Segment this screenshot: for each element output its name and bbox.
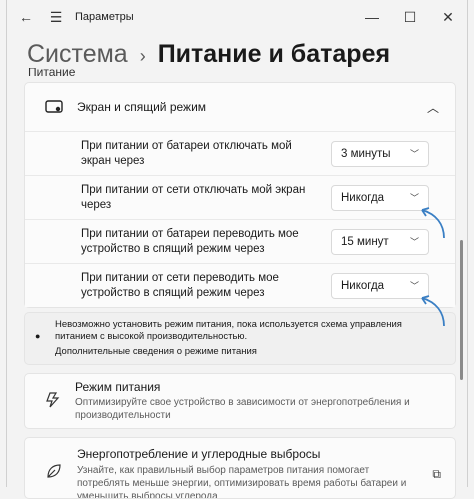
screen-sleep-title: Экран и спящий режим	[77, 100, 207, 114]
external-link-icon[interactable]: ⧉	[432, 467, 441, 482]
power-mode-card[interactable]: Режим питания Оптимизируйте свое устройс…	[24, 373, 456, 429]
dropdown-value: 3 минуты	[341, 147, 391, 160]
info-dot-icon: ●	[35, 331, 41, 341]
power-mode-description: Оптимизируйте свое устройство в зависимо…	[75, 397, 410, 421]
chevron-down-icon: ﹀	[409, 149, 419, 159]
breadcrumb-separator-icon: ›	[139, 46, 146, 66]
leaf-icon	[45, 463, 63, 482]
setting-label: При питании от батареи переводить мое ус…	[81, 227, 299, 255]
page-title: Питание и батарея	[157, 40, 391, 68]
maximize-icon[interactable]: ☐	[391, 9, 429, 26]
setting-label: При питании от сети переводить мое устро…	[81, 271, 279, 299]
chevron-down-icon: ﹀	[409, 281, 419, 291]
energy-title: Энергопотребление и углеродные выбросы	[77, 447, 321, 461]
dropdown-value: Никогда	[341, 279, 385, 292]
hamburger-menu-icon[interactable]: ☰	[41, 9, 71, 26]
info-text: Невозможно установить режим питания, пок…	[55, 319, 402, 342]
monitor-sleep-icon	[45, 100, 63, 113]
power-mode-info-bar: ● Невозможно установить режим питания, п…	[24, 312, 456, 365]
breadcrumb-system[interactable]: Система	[27, 40, 128, 69]
energy-description: Узнайте, как правильный выбор параметров…	[77, 465, 407, 499]
window-title: Параметры	[75, 11, 134, 23]
settings-window: ← ☰ Параметры — ☐ ✕ Система › Питание и …	[6, 0, 468, 499]
scrollbar[interactable]	[460, 240, 463, 380]
window-controls: — ☐ ✕	[353, 9, 467, 26]
energy-card[interactable]: Энергопотребление и углеродные выбросы У…	[24, 437, 456, 499]
power-mode-text: Режим питания Оптимизируйте свое устройс…	[75, 380, 455, 422]
minimize-icon[interactable]: —	[353, 9, 391, 26]
section-label-power: Питание	[28, 68, 76, 79]
power-mode-more-link[interactable]: Дополнительные сведения о режиме питания	[55, 346, 445, 358]
power-mode-title: Режим питания	[75, 380, 161, 394]
close-icon[interactable]: ✕	[429, 9, 467, 26]
setting-row-ac-screen: При питании от сети отключать мой экран …	[25, 175, 455, 219]
title-bar: ← ☰ Параметры — ☐ ✕	[7, 0, 467, 34]
main-content: Питание Экран и спящий режим ︿ При питан…	[24, 68, 456, 499]
setting-row-ac-sleep: При питании от сети переводить мое устро…	[25, 263, 455, 307]
chevron-down-icon: ﹀	[409, 193, 419, 203]
back-arrow-icon[interactable]: ←	[11, 9, 41, 25]
screen-sleep-header[interactable]: Экран и спящий режим ︿	[25, 83, 455, 131]
chevron-up-icon[interactable]: ︿	[427, 99, 439, 116]
setting-label: При питании от батареи отключать мой экр…	[81, 139, 292, 167]
screen-sleep-expander: Экран и спящий режим ︿ При питании от ба…	[24, 82, 456, 308]
setting-row-battery-sleep: При питании от батареи переводить мое ус…	[25, 219, 455, 263]
annotation-arrow-2	[421, 295, 445, 327]
annotation-arrow-1	[421, 207, 445, 239]
battery-screen-off-dropdown[interactable]: 3 минуты ﹀	[331, 140, 429, 167]
power-mode-icon	[45, 391, 61, 411]
dropdown-value: Никогда	[341, 191, 385, 204]
setting-row-battery-screen: При питании от батареи отключать мой экр…	[25, 131, 455, 175]
dropdown-value: 15 минут	[341, 235, 389, 248]
energy-text: Энергопотребление и углеродные выбросы У…	[77, 447, 407, 499]
setting-label: При питании от сети отключать мой экран …	[81, 183, 306, 211]
